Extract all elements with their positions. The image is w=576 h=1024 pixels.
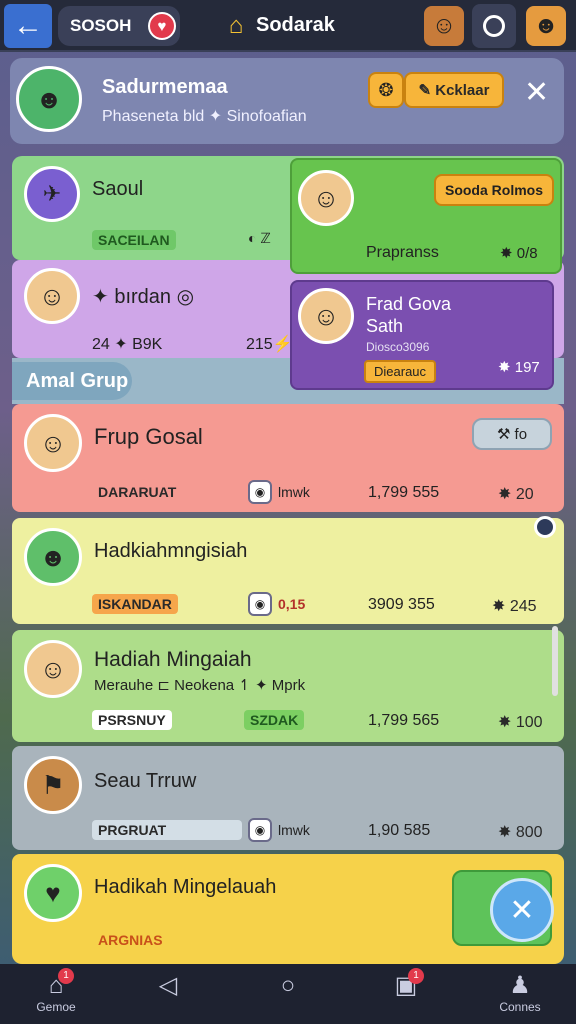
item-badge: ISKANDAR [92,594,178,614]
item-avatar: ⚑ [24,756,82,814]
item-badge: PSRSNUY [92,710,172,730]
item-stat: 24 ✦ B9K [92,336,163,353]
item-status: lmwk [278,484,310,500]
nav-home[interactable]: ⌂ 1 Gemoe [26,968,86,1014]
nav-home-circle[interactable]: ○ [258,972,318,1000]
item-value: 1,90 585 [368,822,431,839]
card-avatar: ☺ [298,288,354,344]
list-item[interactable]: ⚑ Seau Trruw PRGRUAT ◉ lmwk 1,90 585 ✸ 8… [12,746,564,850]
item-value: 3909 355 [368,596,435,613]
notification-badge: 1 [408,968,424,984]
ring-icon [483,15,505,37]
item-avatar: ☺ [24,640,82,698]
close-icon[interactable]: ✕ [524,78,549,108]
item-title: Hadkiahmngisiah [94,540,248,562]
item-title: Saoul [92,178,144,200]
item-badge: SACEILAN [92,230,176,250]
action-button[interactable]: ✎ Kcklaar [404,72,504,108]
card-badge: Diearauc [364,360,437,383]
list-item[interactable]: ☺ Hadiah Mingaiah Merauhe ⊏ Neokena ↿ ✦ … [12,630,564,742]
scrollbar[interactable] [552,626,558,696]
item-badge: DARARUAT [98,484,177,500]
action-fab[interactable]: ✕ [490,878,554,942]
heart-icon: ♥ [148,12,176,40]
status-icon: ◉ [248,592,272,616]
card-line1: Frad Gova [366,294,452,314]
nav-label: Gemoe [36,1000,76,1014]
profile-avatar[interactable]: ☻ [16,66,82,132]
item-note: ◐ ℤ [248,230,271,246]
item-coins: ✸ 245 [492,598,537,615]
item-status: lmwk [278,822,310,838]
nav-connect[interactable]: ♟ Connes [490,972,550,1014]
coin-icon: ❂ [378,79,394,100]
item-avatar: ✈ [24,166,80,222]
bottom-nav: ⌂ 1 Gemoe ◁ ○ ▣ 1 ♟ Connes [0,964,576,1024]
back-button[interactable]: ← [4,4,52,48]
nav-back[interactable]: ◁ [138,972,198,1000]
item-coins: ✸ 800 [498,824,543,841]
list-item[interactable]: ☻ Hadkiahmngisiah ISKANDAR ◉ 0,15 3909 3… [12,518,564,624]
close-icon: ✕ [509,893,535,927]
heart-icon: ♥ [24,864,82,922]
profile-name: Sadurmemaa [102,76,228,98]
purple-card[interactable]: ☺ Frad Gova Sath Diosco3096 Diearauc ✸ 1… [290,280,554,390]
player-avatar[interactable]: ☻ [526,6,566,46]
brand-label: SOSOH [70,16,132,35]
back-triangle-icon: ◁ [158,972,178,999]
item-badge: ARGNIAS [98,932,163,948]
item-title: Hadikah Mingelauah [94,876,277,898]
sort-button[interactable]: ⚒ fo [472,418,552,450]
item-status: 0,15 [278,596,306,612]
item-value: 215⚡ [246,336,293,353]
coin-button[interactable]: ❂ [368,72,404,108]
card-line3: Diosco3096 [366,340,430,354]
arrow-left-icon: ← [13,9,43,42]
home-circle-icon: ○ [280,972,296,999]
item-avatar: ☺ [24,414,82,472]
card-avatar: ☺ [298,170,354,226]
item-avatar: ☻ [24,528,82,586]
person-icon: ♟ [509,972,531,999]
item-avatar: ☺ [24,268,80,324]
home-icon: ⌂ [48,972,64,999]
ring-button[interactable] [472,4,516,48]
status-icon: ◉ [248,818,272,842]
profile-subtitle: Phasenetа bld ✦ Sinofoafian [102,108,307,125]
group-board: ✈ Saoul SACEILAN ◐ ℤ ☺ ✦ bırdan ◎ 24 ✦ B… [12,156,564,964]
recents-icon: ▣ [394,972,418,999]
card-label: Prapranss [366,244,439,261]
green-card[interactable]: ☺ Sooda Rolmos Prapranss ✸ 0/8 [290,158,562,274]
item-coins: ✸ 100 [498,714,543,731]
friend-avatar[interactable]: ☺ [424,6,464,46]
list-item[interactable]: ♥ Hadikah Mingelauah ARGNIAS [12,854,564,964]
item-status: SZDAK [244,710,305,730]
app-title: Sodarak [256,14,335,36]
nav-label: Connes [499,1000,541,1014]
card-line2: Sath [366,316,404,336]
top-bar: ← SOSOH ♥ ⌂ Sodarak ☺ ☻ [0,0,576,52]
card-value: ✸ 0/8 [500,245,538,262]
item-title: ✦ bırdan ◎ [92,286,195,308]
item-value: 1,799 555 [368,484,440,501]
scroll-handle[interactable] [534,516,556,538]
item-title: Seau Trruw [94,770,197,792]
home-icon: ⌂ [228,12,244,39]
item-title: Frup Gosal [94,424,203,449]
card-button[interactable]: Sooda Rolmos [434,174,554,206]
item-subtitle: Merauhe ⊏ Neokena ↿ ✦ Mprk [94,677,306,694]
notification-badge: 1 [58,968,74,984]
brand-pill[interactable]: SOSOH ♥ [58,6,180,46]
item-value: 1,799 565 [368,712,440,729]
list-item[interactable]: ☺ Frup Gosal ⚒ fo DARARUAT ◉ lmwk 1,799 … [12,404,564,512]
item-title: Hadiah Mingaiah [94,648,252,671]
card-value: ✸ 197 [498,359,540,376]
section-label: Amal Grup [12,362,132,400]
item-coins: ✸ 20 [498,486,534,503]
item-badge: PRGRUAT [92,820,242,840]
nav-recents[interactable]: ▣ 1 [376,968,436,1000]
status-icon: ◉ [248,480,272,504]
